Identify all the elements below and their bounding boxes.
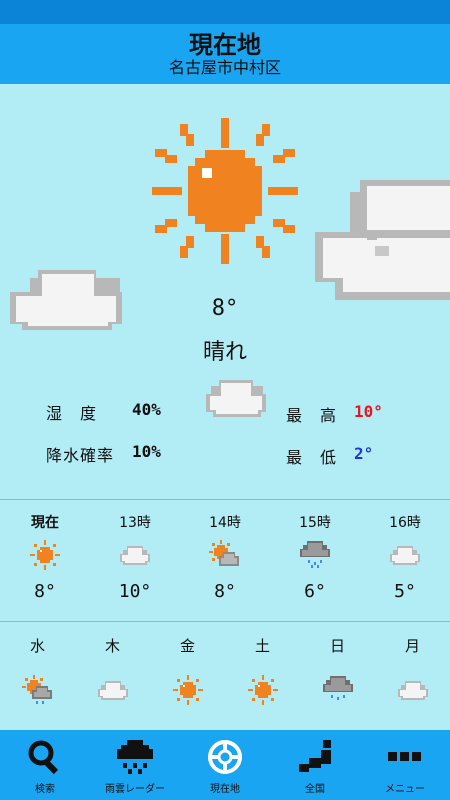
precip-row: 降水確率 10% xyxy=(46,442,161,466)
hour-temp: 8° xyxy=(214,581,236,602)
day-label: 日 xyxy=(329,637,345,655)
app-header: 現在地 名古屋市中村区 xyxy=(0,24,450,84)
hourly-item: 16時 5° xyxy=(360,512,450,606)
cloud-icon xyxy=(315,180,450,300)
hour-temp: 6° xyxy=(304,581,326,602)
sun-icon xyxy=(225,669,300,709)
cloud-icon xyxy=(375,669,450,709)
menu-icon xyxy=(388,752,421,761)
day-label: 月 xyxy=(404,637,420,655)
hour-temp: 8° xyxy=(34,581,56,602)
current-temperature: 8° xyxy=(211,296,239,321)
cloud-icon xyxy=(206,380,266,417)
status-bar xyxy=(0,0,450,24)
hour-temp: 10° xyxy=(118,581,152,602)
hour-label: 14時 xyxy=(209,515,241,531)
low-label: 最 低 xyxy=(286,448,338,467)
nav-item-menu[interactable]: メニュー xyxy=(360,730,450,800)
bottom-nav: 検索 雨雲レーダー 現在地 全国 メニュー xyxy=(0,730,450,800)
hourly-item: 14時 8° xyxy=(180,512,270,606)
low-row: 最 低 2° xyxy=(286,444,373,468)
day-label: 木 xyxy=(104,637,120,655)
daily-forecast: 水 木 金 土 日 月 xyxy=(0,635,450,709)
location-name: 名古屋市中村区 xyxy=(168,58,281,77)
nav-label: メニュー xyxy=(385,784,425,795)
location-icon xyxy=(208,740,242,774)
sun-cloud-icon xyxy=(180,534,270,574)
day-label: 金 xyxy=(179,637,195,655)
cloud-icon xyxy=(360,534,450,574)
hour-label: 15時 xyxy=(299,515,331,531)
humidity-label: 湿 度 xyxy=(46,404,98,423)
hourly-item: 15時 6° xyxy=(270,512,360,606)
nav-item-search[interactable]: 検索 xyxy=(0,730,90,800)
current-condition: 晴れ xyxy=(202,340,247,365)
nationwide-icon xyxy=(299,740,331,772)
precip-label: 降水確率 xyxy=(46,446,115,465)
hour-label: 13時 xyxy=(119,515,151,531)
high-value: 10° xyxy=(354,402,383,421)
nav-item-location[interactable]: 現在地 xyxy=(180,730,270,800)
high-row: 最 高 10° xyxy=(286,402,383,426)
rain-radar-icon xyxy=(117,740,153,774)
cloud-icon xyxy=(75,669,150,709)
divider xyxy=(0,621,450,622)
daily-item: 日 xyxy=(300,635,375,709)
humidity-value: 40% xyxy=(132,400,161,419)
daily-item: 土 xyxy=(225,635,300,709)
hourly-forecast: 現在 8° 13時 10° 14時 8° 15時 6° 16時 5° xyxy=(0,512,450,606)
low-value: 2° xyxy=(354,444,374,463)
rain-cloud-icon xyxy=(270,534,360,574)
daily-item: 金 xyxy=(150,635,225,709)
hour-label: 現在 xyxy=(31,515,59,531)
hourly-item: 現在 8° xyxy=(0,512,90,606)
nav-label: 雨雲レーダー xyxy=(105,784,165,795)
nav-item-rain-radar[interactable]: 雨雲レーダー xyxy=(90,730,180,800)
high-label: 最 高 xyxy=(286,406,338,425)
nav-label: 検索 xyxy=(35,784,55,795)
hour-label: 16時 xyxy=(389,515,421,531)
nav-label: 全国 xyxy=(305,784,325,795)
cloud-icon xyxy=(90,534,180,574)
divider xyxy=(0,499,450,500)
daily-item: 木 xyxy=(75,635,150,709)
day-label: 水 xyxy=(29,637,45,655)
sun-icon xyxy=(150,669,225,709)
sun-icon xyxy=(152,118,298,264)
nav-label: 現在地 xyxy=(210,784,240,795)
nav-item-nationwide[interactable]: 全国 xyxy=(270,730,360,800)
humidity-row: 湿 度 40% xyxy=(46,400,161,424)
sun-icon xyxy=(0,534,90,574)
rain-cloud-icon xyxy=(300,669,375,709)
search-icon xyxy=(28,740,59,775)
precip-value: 10% xyxy=(132,442,161,461)
sun-rain-icon xyxy=(0,669,75,709)
hourly-item: 13時 10° xyxy=(90,512,180,606)
day-label: 土 xyxy=(254,637,270,655)
daily-item: 水 xyxy=(0,635,75,709)
hour-temp: 5° xyxy=(394,581,416,602)
daily-item: 月 xyxy=(375,635,450,709)
page-title: 現在地 xyxy=(189,31,261,59)
